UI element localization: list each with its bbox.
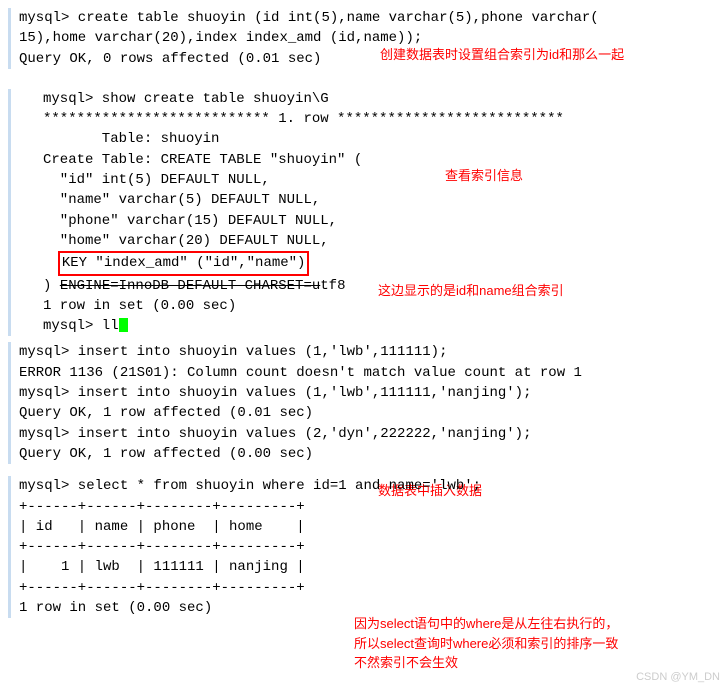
- code-line: "name" varchar(5) DEFAULT NULL,: [43, 190, 718, 210]
- code-block-select: mysql> select * from shuoyin where id=1 …: [8, 476, 718, 618]
- annotation-line: 所以select查询时where必须和索引的排序一致: [354, 634, 694, 654]
- cursor-icon: [119, 318, 128, 332]
- index-key-highlight: KEY "index_amd" ("id","name"): [58, 251, 310, 275]
- annotation-where-explanation: 因为select语句中的where是从左往右执行的， 所以select查询时wh…: [354, 614, 694, 673]
- code-line: ERROR 1136 (21S01): Column count doesn't…: [19, 363, 718, 383]
- code-line: mysql> ll: [43, 316, 718, 336]
- code-line: "home" varchar(20) DEFAULT NULL,: [43, 231, 718, 251]
- code-line-key-highlight: KEY "index_amd" ("id","name"): [43, 251, 718, 275]
- code-line: mysql> insert into shuoyin values (1,'lw…: [19, 383, 718, 403]
- code-line: +------+------+--------+---------+: [19, 537, 718, 557]
- code-block-show-create: mysql> show create table shuoyin\G *****…: [8, 89, 718, 337]
- code-line: +------+------+--------+---------+: [19, 578, 718, 598]
- code-line: Create Table: CREATE TABLE "shuoyin" (: [43, 150, 718, 170]
- code-line: Query OK, 1 row affected (0.01 sec): [19, 403, 718, 423]
- code-line: mysql> insert into shuoyin values (2,'dy…: [19, 424, 718, 444]
- annotation-create-table: 创建数据表时设置组合索引为id和那么一起: [380, 46, 624, 65]
- code-line: mysql> select * from shuoyin where id=1 …: [19, 476, 718, 496]
- code-line: mysql> insert into shuoyin values (1,'lw…: [19, 342, 718, 362]
- annotation-view-index: 查看索引信息: [445, 167, 523, 186]
- annotation-line: 因为select语句中的where是从左往右执行的，: [354, 614, 694, 634]
- code-line: mysql> show create table shuoyin\G: [43, 89, 718, 109]
- code-line: | id | name | phone | home |: [19, 517, 718, 537]
- code-line: | 1 | lwb | 111111 | nanjing |: [19, 557, 718, 577]
- code-line: +------+------+--------+---------+: [19, 497, 718, 517]
- watermark: CSDN @YM_DN: [636, 670, 720, 686]
- code-block-insert: mysql> insert into shuoyin values (1,'lw…: [8, 342, 718, 464]
- code-text: mysql> ll: [43, 318, 119, 334]
- code-text: ): [43, 278, 60, 294]
- code-line: mysql> create table shuoyin (id int(5),n…: [19, 8, 718, 28]
- code-text: tf8: [320, 278, 345, 294]
- code-text-strike: ENGINE=InnoDB DEFAULT CHARSET=u: [60, 278, 320, 294]
- annotation-key-display: 这边显示的是id和name组合索引: [378, 282, 564, 301]
- code-line: "id" int(5) DEFAULT NULL,: [43, 170, 718, 190]
- code-line: Table: shuoyin: [43, 129, 718, 149]
- code-line: "phone" varchar(15) DEFAULT NULL,: [43, 211, 718, 231]
- code-line: *************************** 1. row *****…: [43, 109, 718, 129]
- code-line: Query OK, 1 row affected (0.00 sec): [19, 444, 718, 464]
